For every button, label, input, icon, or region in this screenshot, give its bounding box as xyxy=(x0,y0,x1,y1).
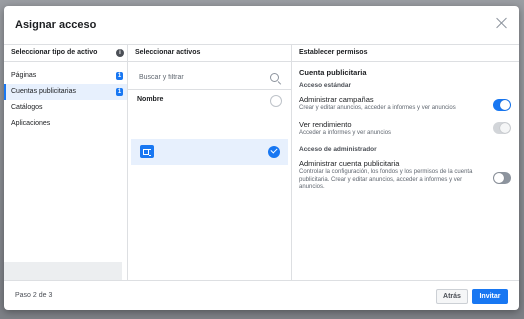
asset-type-label: Páginas xyxy=(11,72,37,79)
asset-type-header-label: Seleccionar tipo de activo xyxy=(11,49,98,56)
ad-account-row[interactable] xyxy=(131,139,288,165)
search-input[interactable] xyxy=(137,73,261,82)
count-badge: 1 xyxy=(116,72,123,80)
asset-type-apps[interactable]: Aplicaciones xyxy=(4,116,127,132)
toggle-knob xyxy=(500,122,510,133)
permission-description: Crear y editar anuncios, acceder a infor… xyxy=(299,105,456,111)
asset-type-column: Seleccionar tipo de activo i Páginas 1 C… xyxy=(4,45,128,280)
ad-account-icon xyxy=(140,145,154,158)
standard-access-label: Acceso estándar xyxy=(299,82,352,89)
view-performance-toggle[interactable] xyxy=(493,121,511,134)
permission-name: Ver rendimiento xyxy=(299,119,352,129)
search-box xyxy=(128,67,291,90)
search-icon xyxy=(270,73,279,82)
name-row: Nombre xyxy=(128,90,291,112)
toggle-knob xyxy=(494,173,504,183)
permissions-header: Establecer permisos xyxy=(292,45,519,62)
dialog-title: Asignar acceso xyxy=(15,19,97,31)
permission-description: Controlar la configuración, los fondos y… xyxy=(299,169,473,190)
permission-description: Acceder a informes y ver anuncios xyxy=(299,129,392,136)
dialog-columns: Seleccionar tipo de activo i Páginas 1 C… xyxy=(4,45,519,280)
permissions-section-title: Cuenta publicitaria xyxy=(299,68,367,77)
asset-type-scroll-area xyxy=(4,262,122,280)
permission-manage-campaigns: Administrar campañas Crear y editar anun… xyxy=(292,95,519,113)
invite-button[interactable]: Invitar xyxy=(472,289,508,304)
toggle-knob xyxy=(500,100,510,110)
step-indicator: Paso 2 de 3 xyxy=(15,292,53,299)
manage-campaigns-toggle[interactable] xyxy=(493,99,511,111)
close-icon[interactable] xyxy=(495,16,509,30)
permission-view-performance: Ver rendimiento Acceder a informes y ver… xyxy=(292,120,519,138)
asset-type-header: Seleccionar tipo de activo i xyxy=(4,45,127,62)
dialog-footer: Paso 2 de 3 Atrás Invitar xyxy=(4,280,519,310)
permission-name: Administrar cuenta publicitaria xyxy=(299,159,400,168)
assign-access-dialog: Asignar acceso Seleccionar tipo de activ… xyxy=(4,6,519,310)
assets-column: Seleccionar activos Nombre xyxy=(128,45,292,280)
manage-ad-account-toggle[interactable] xyxy=(493,172,511,184)
count-badge: 1 xyxy=(116,88,123,96)
assets-header: Seleccionar activos xyxy=(128,45,291,62)
asset-type-catalogs[interactable]: Catálogos xyxy=(4,100,127,116)
asset-type-ad-accounts[interactable]: Cuentas publicitarias 1 xyxy=(4,84,127,100)
dialog-header: Asignar acceso xyxy=(4,6,519,45)
permission-name: Administrar campañas xyxy=(299,95,374,104)
back-button[interactable]: Atrás xyxy=(436,289,468,304)
admin-access-label: Acceso de administrador xyxy=(299,146,377,153)
asset-type-label: Catálogos xyxy=(11,104,43,111)
asset-type-pages[interactable]: Páginas 1 xyxy=(4,68,127,84)
name-column-label: Nombre xyxy=(137,96,164,103)
asset-type-label: Cuentas publicitarias xyxy=(11,88,76,95)
asset-type-label: Aplicaciones xyxy=(11,120,51,127)
permission-manage-ad-account: Administrar cuenta publicitaria Controla… xyxy=(292,159,519,192)
checkmark-icon[interactable] xyxy=(268,146,280,158)
info-icon[interactable]: i xyxy=(116,49,124,57)
permissions-column: Establecer permisos Cuenta publicitaria … xyxy=(292,45,519,280)
select-all-radio[interactable] xyxy=(270,95,282,107)
